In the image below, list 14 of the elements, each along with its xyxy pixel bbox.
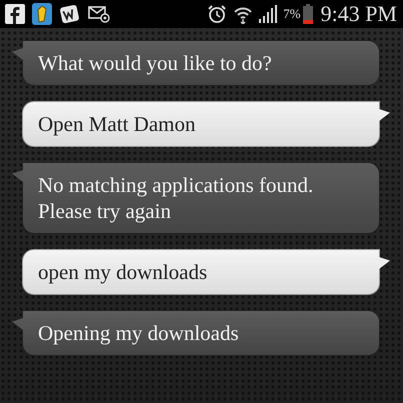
- assistant-message-bubble: What would you like to do?: [12, 40, 380, 86]
- user-message-bubble: open my downloads: [22, 249, 390, 295]
- clock-time: 9:43 PM: [320, 1, 397, 27]
- alarm-icon: [207, 4, 228, 24]
- user-message-bubble: Open Matt Damon: [22, 101, 390, 147]
- word-game-icon: [59, 4, 81, 24]
- assistant-message-bubble: No matching applications found. Please try again: [12, 162, 380, 234]
- signal-icon: [259, 5, 278, 23]
- notepad-icon: [32, 3, 52, 25]
- battery-icon: [302, 4, 313, 24]
- mail-icon: [88, 5, 110, 23]
- assistant-message-bubble: Opening my downloads: [12, 310, 380, 356]
- facebook-icon: [5, 4, 25, 24]
- battery-percent: 7%: [283, 6, 301, 22]
